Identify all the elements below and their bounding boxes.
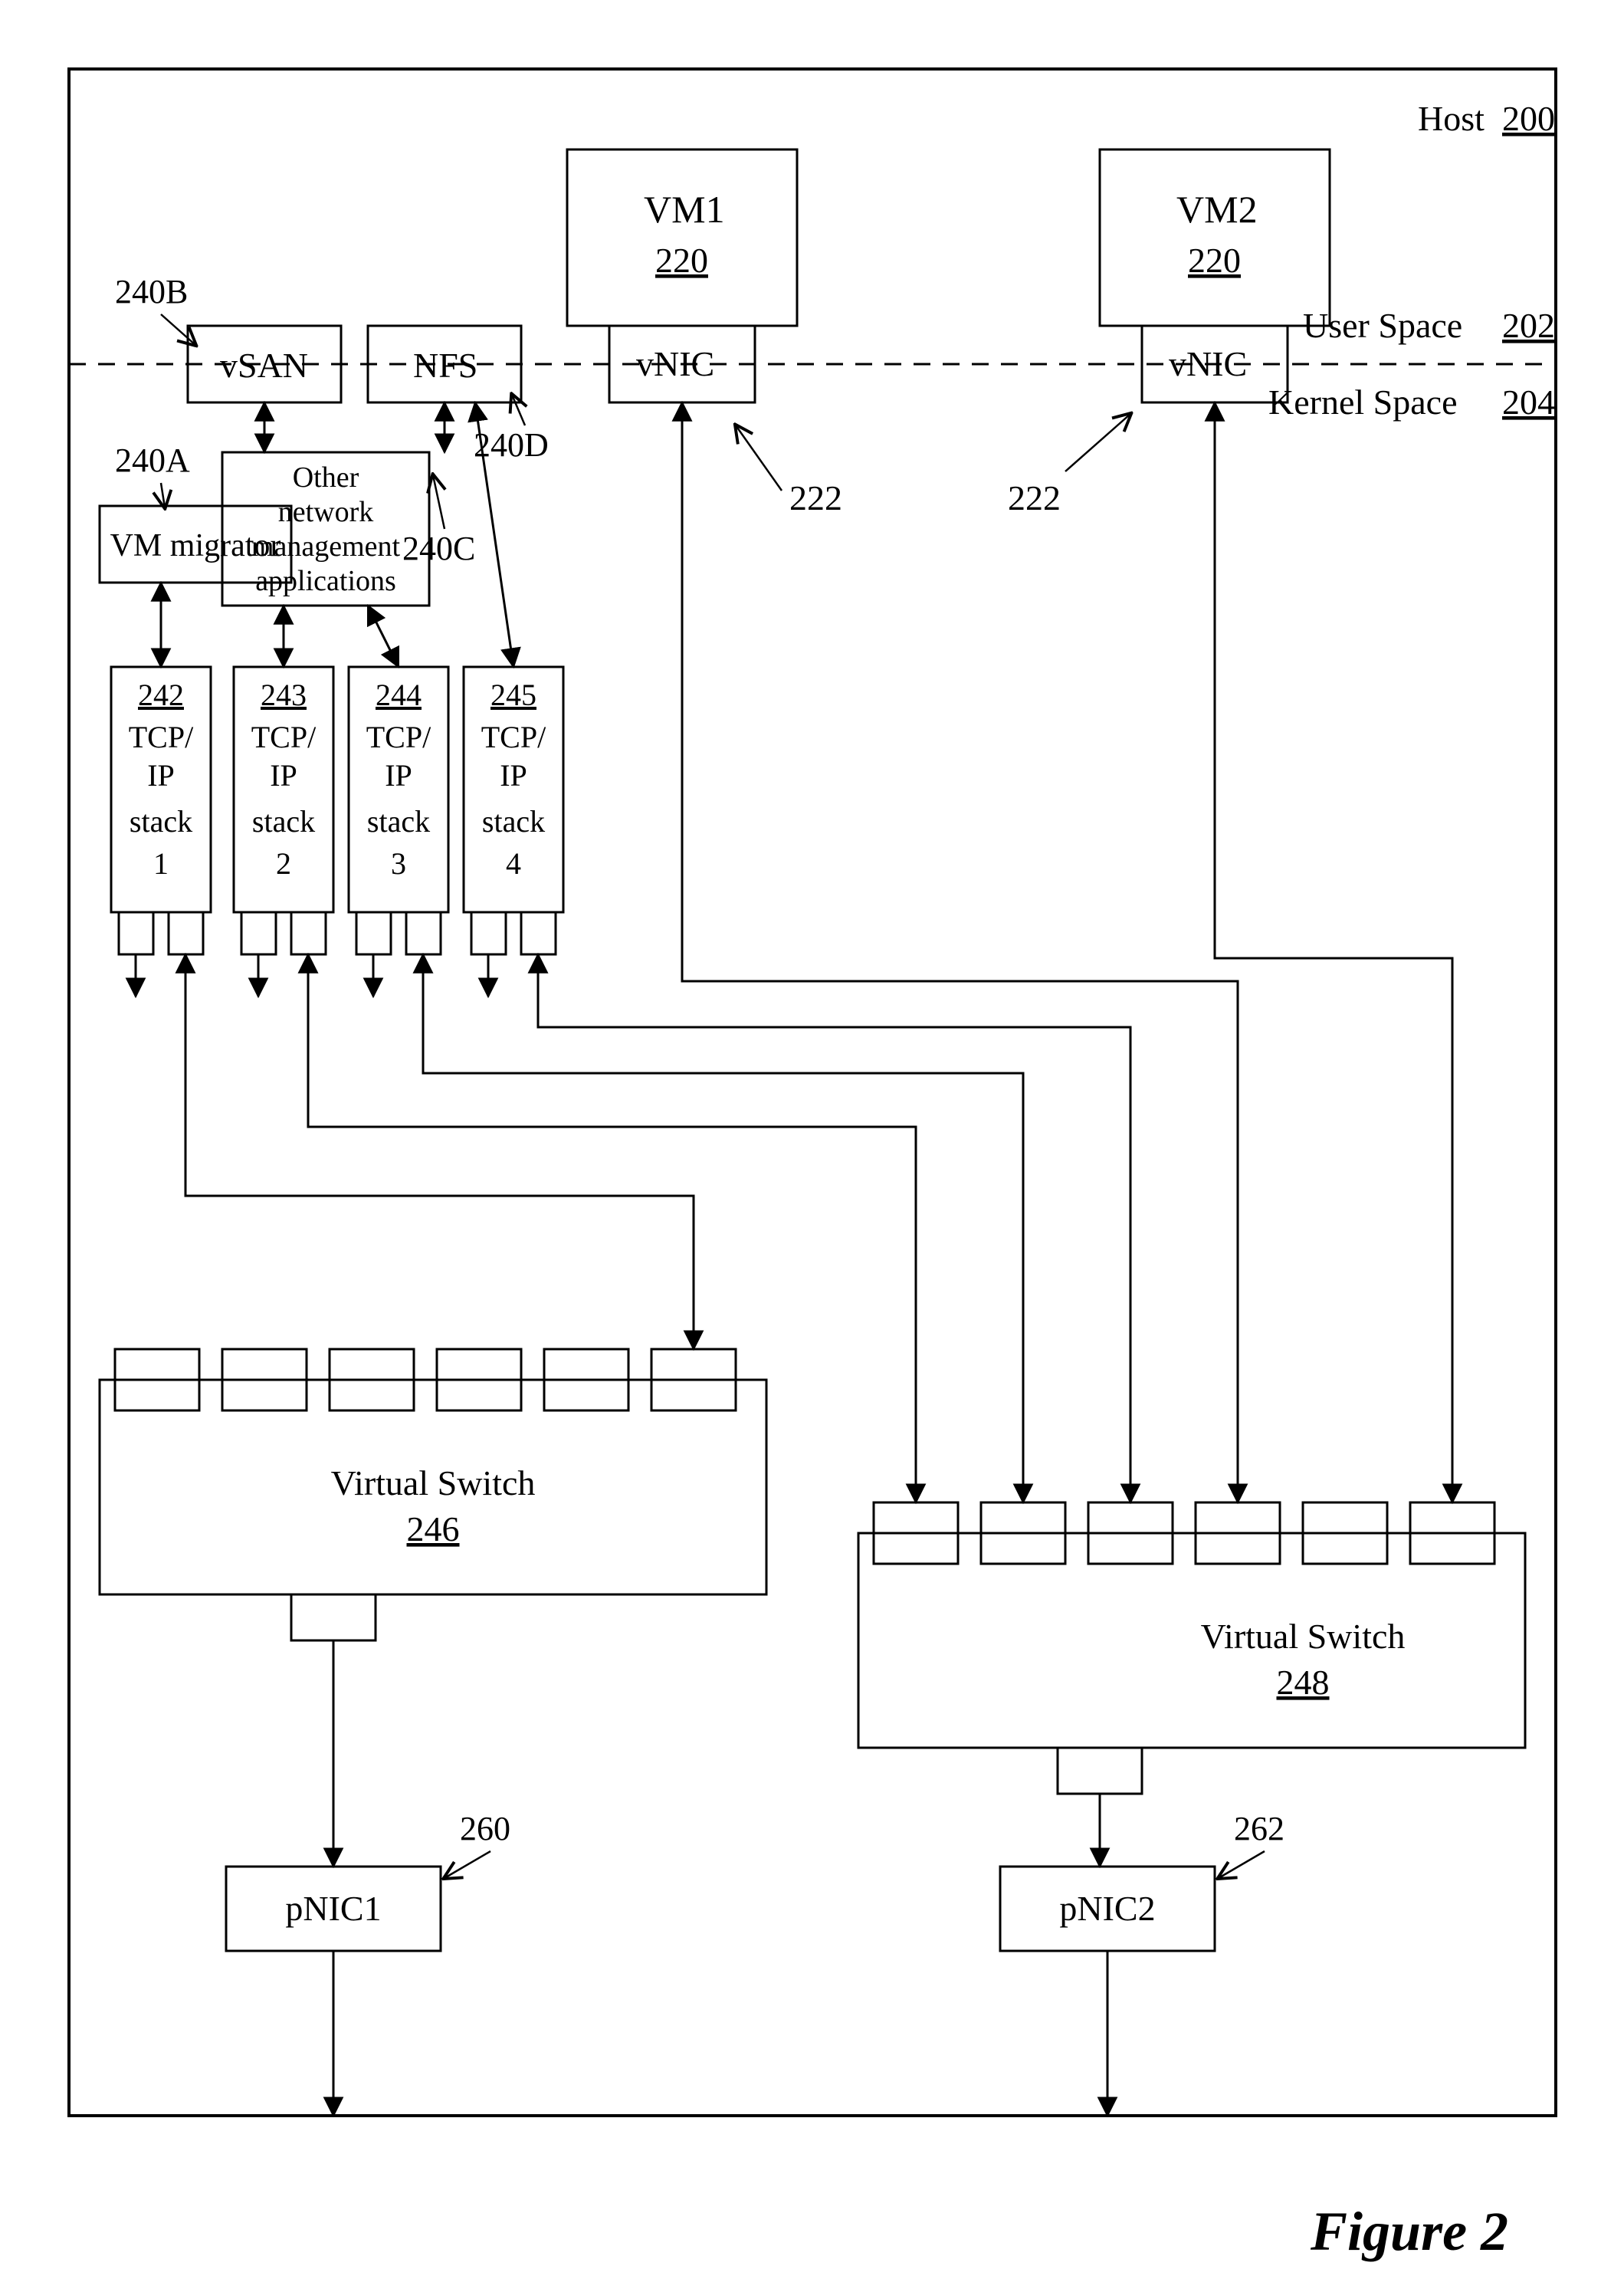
wire-s1-vsw246 xyxy=(185,954,694,1349)
nfs-label: NFS xyxy=(413,346,477,385)
stack1-l2: IP xyxy=(147,758,175,793)
vm2-vnic-ref: 222 xyxy=(1008,478,1061,517)
stack3-l3: stack xyxy=(367,804,430,839)
wire-vm2-vsw248 xyxy=(1215,402,1452,1502)
pnic2-leader xyxy=(1219,1851,1265,1878)
vsan-leader xyxy=(161,314,195,345)
nfs-ref: 240D xyxy=(474,426,549,464)
stack1-l4: 1 xyxy=(153,846,169,881)
other-to-stack3 xyxy=(368,606,399,667)
stack1-ref: 242 xyxy=(138,678,184,712)
pnic1-leader xyxy=(445,1851,490,1878)
stack2-ref: 243 xyxy=(261,678,307,712)
vm1-ref: 220 xyxy=(655,241,708,280)
pnic2-label: pNIC2 xyxy=(1059,1889,1155,1928)
user-space-ref: 202 xyxy=(1502,306,1555,345)
vm2-vnic-label: vNIC xyxy=(1169,344,1247,383)
vswitch1-label: Virtual Switch xyxy=(331,1463,536,1502)
virtual-switch-248: Virtual Switch 248 xyxy=(858,1502,1525,1794)
vm2-ref: 220 xyxy=(1188,241,1241,280)
stack4-l3: stack xyxy=(482,804,545,839)
stack4-ref: 245 xyxy=(490,678,536,712)
pnic1-ref: 260 xyxy=(460,1810,510,1847)
vm1-vnic-ref: 222 xyxy=(789,478,842,517)
tcpip-stack-4: 245 TCP/ IP stack 4 xyxy=(464,667,563,997)
nfs-leader xyxy=(512,395,525,425)
stack3-ref: 244 xyxy=(376,678,422,712)
tcpip-stack-2: 243 TCP/ IP stack 2 xyxy=(234,667,333,997)
stack4-l2: IP xyxy=(500,758,527,793)
stack3-l4: 3 xyxy=(391,846,406,881)
host-ref: 200 xyxy=(1502,99,1555,138)
stack2-l3: stack xyxy=(252,804,315,839)
stack3-l1: TCP/ xyxy=(366,720,431,754)
host-label: Host xyxy=(1418,99,1485,138)
other-mgmt-l4: applications xyxy=(255,565,396,597)
stack2-l4: 2 xyxy=(276,846,291,881)
vm2-label: VM2 xyxy=(1176,188,1258,231)
vsan-label: vSAN xyxy=(220,346,308,385)
vm-migrator-leader xyxy=(161,483,165,507)
pnic1-label: pNIC1 xyxy=(285,1889,381,1928)
kernel-space-ref: 204 xyxy=(1502,383,1555,422)
vm1-vnic-label: vNIC xyxy=(636,344,714,383)
stack2-l1: TCP/ xyxy=(251,720,317,754)
vm-migrator-ref: 240A xyxy=(115,442,190,479)
vswitch1-ref: 246 xyxy=(407,1509,460,1548)
wire-s2-vsw248 xyxy=(308,954,916,1502)
figure-caption: Figure 2 xyxy=(1310,2201,1508,2262)
virtual-switch-246: Virtual Switch 246 xyxy=(100,1349,766,1640)
stack3-l2: IP xyxy=(385,758,412,793)
other-mgmt-l3: management xyxy=(251,530,401,563)
other-mgmt-l2: network xyxy=(278,496,374,528)
stack2-l2: IP xyxy=(270,758,297,793)
pnic2-ref: 262 xyxy=(1234,1810,1284,1847)
tcpip-stack-1: 242 TCP/ IP stack 1 xyxy=(111,667,211,997)
tcpip-stack-3: 244 TCP/ IP stack 3 xyxy=(349,667,448,997)
kernel-space-label: Kernel Space xyxy=(1268,383,1458,422)
wire-vm1-vsw248 xyxy=(682,402,1238,1502)
vswitch2-ref: 248 xyxy=(1277,1663,1330,1702)
other-mgmt-l1: Other xyxy=(293,461,359,494)
stack4-l1: TCP/ xyxy=(481,720,546,754)
vm1-vnic-leader xyxy=(736,425,782,491)
stack1-l3: stack xyxy=(130,804,192,839)
vm2-vnic-leader xyxy=(1065,414,1130,471)
other-mgmt-leader xyxy=(433,475,445,529)
vsan-ref: 240B xyxy=(115,273,188,310)
other-mgmt-ref: 240C xyxy=(402,530,475,567)
stack4-l4: 4 xyxy=(506,846,521,881)
vswitch2-label: Virtual Switch xyxy=(1201,1617,1406,1656)
stack1-l1: TCP/ xyxy=(129,720,194,754)
wire-s4-vsw248 xyxy=(538,954,1130,1502)
wire-s3-vsw248 xyxy=(423,954,1023,1502)
vm1-label: VM1 xyxy=(644,188,725,231)
